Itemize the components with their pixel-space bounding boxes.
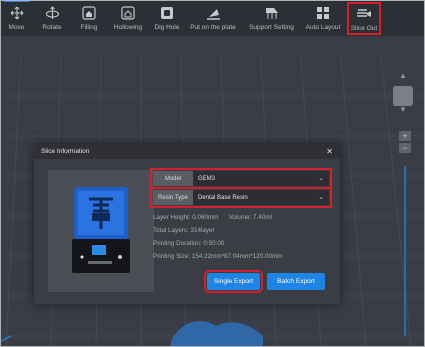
view-cube[interactable] (393, 86, 413, 106)
tool-dig-hole[interactable]: Dig Hole (150, 1, 184, 36)
dig-hole-icon (159, 6, 175, 20)
tool-label: Support Setting (249, 24, 294, 31)
printing-size-text: Printing Size: 154.22mm*87.04mm*120.00mm (153, 253, 283, 260)
tool-hollowing[interactable]: Hollowing (106, 1, 150, 36)
model-row: Model GEM3 ⌄ (150, 168, 332, 189)
model-value: GEM3 (198, 175, 216, 182)
slice-out-icon (356, 7, 372, 21)
volume-text: Volume: 7.40ml (228, 214, 272, 221)
rotate-icon (44, 6, 60, 20)
move-icon (9, 6, 25, 20)
dialog-title: Slice Information (41, 148, 90, 155)
tool-label: Dig Hole (154, 24, 180, 31)
zoom-controls: + − (399, 131, 411, 153)
chevron-down-icon: ⌄ (318, 194, 324, 201)
printer-preview-image (48, 170, 154, 292)
total-layers-text: Total Layers: 314layer (153, 227, 215, 234)
arrow-up-icon: ▲ (399, 71, 407, 80)
slice-information-dialog: Slice Information ✕ Model GEM3 ⌄ Resin T… (34, 144, 340, 304)
printing-duration-text: Printing Duration: 0:50:00 (153, 240, 225, 247)
auto-layout-icon (315, 6, 331, 20)
tool-label: Move (8, 24, 25, 31)
tool-rotate[interactable]: Rotate (32, 1, 72, 36)
resin-type-label: Resin Type (153, 190, 193, 205)
tool-label: Put on the plate (190, 24, 236, 31)
layer-height-text: Layer Height: 0.060mm (153, 214, 219, 221)
slice-meta: Layer Height: 0.060mm Volume: 7.40ml Tota… (153, 211, 329, 263)
filling-icon (81, 6, 97, 20)
slice-info-panel: Model GEM3 ⌄ Resin Type Dental Base Resi… (150, 168, 332, 263)
zoom-out-button[interactable]: − (399, 143, 411, 153)
close-icon[interactable]: ✕ (326, 147, 333, 156)
arrow-down-icon: ▼ (399, 105, 407, 114)
resin-type-row: Resin Type Dental Base Resin ⌄ (150, 187, 332, 208)
tool-put-on-plate[interactable]: Put on the plate (184, 1, 242, 36)
chevron-down-icon: ⌄ (318, 175, 324, 182)
tool-label: Filling (80, 24, 98, 31)
tool-label: Auto Layout (305, 24, 341, 31)
resin-type-select[interactable]: Dental Base Resin ⌄ (193, 190, 329, 205)
tool-label: Slice Out (350, 25, 378, 32)
model-label: Model (153, 171, 193, 186)
dialog-header: Slice Information ✕ (34, 144, 340, 159)
tool-auto-layout[interactable]: Auto Layout (301, 1, 345, 36)
put-on-plate-icon (205, 6, 221, 20)
tool-slice-out[interactable]: Slice Out (347, 2, 381, 35)
model-select[interactable]: GEM3 ⌄ (193, 171, 329, 186)
support-setting-icon (264, 6, 280, 20)
tool-label: Hollowing (113, 24, 143, 31)
resin-type-value: Dental Base Resin (198, 194, 248, 201)
single-export-button[interactable]: Single Export (204, 270, 263, 293)
tool-move[interactable]: Move (1, 1, 32, 36)
zoom-in-button[interactable]: + (399, 131, 411, 141)
export-buttons: Single Export Batch Export (204, 270, 325, 293)
hollowing-icon (120, 6, 136, 20)
batch-export-button[interactable]: Batch Export (267, 273, 325, 290)
top-toolbar: Move Rotate Filling Hollowing Dig Hole P… (1, 1, 424, 36)
tool-label: Rotate (42, 24, 62, 31)
printer-image (72, 187, 130, 273)
tool-support-setting[interactable]: Support Setting (242, 1, 301, 36)
tool-filling[interactable]: Filling (72, 1, 106, 36)
